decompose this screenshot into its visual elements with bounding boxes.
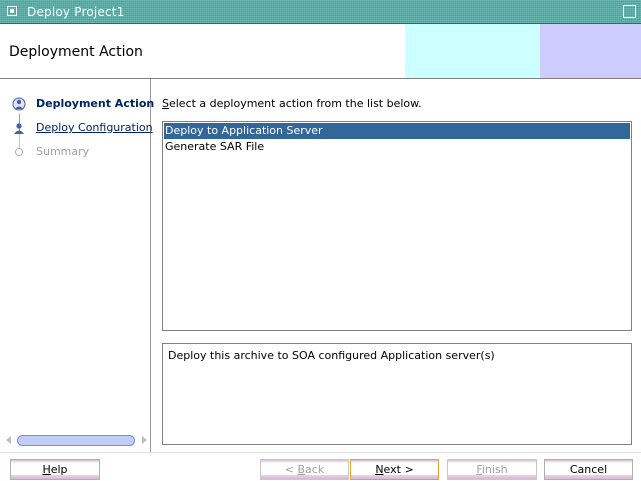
scroll-left-arrow-icon[interactable] [6,436,11,444]
list-item-deploy-to-application-server[interactable]: Deploy to Application Server [164,123,630,139]
wizard-steps-panel: Deployment Action Deploy Configuration S… [0,79,155,452]
steps-horizontal-scrollbar[interactable] [4,434,149,447]
close-icon[interactable] [623,5,636,18]
step-active-icon [12,97,26,111]
wizard-header: Deployment Action [0,24,641,78]
header-decoration-cyan [405,24,540,78]
help-button[interactable]: Help [10,459,100,480]
action-description-box: Deploy this archive to SOA configured Ap… [162,343,632,445]
back-prefix: < [284,463,298,476]
step-summary: Summary [0,142,151,162]
instruction-text: Select a deployment action from the list… [162,97,422,110]
footer-divider [0,452,641,453]
finish-button[interactable]: Finish [447,459,537,480]
cancel-button[interactable]: Cancel [544,459,633,480]
step-link[interactable]: Deploy Configuration [36,121,153,134]
next-label: ext > [383,463,414,476]
help-mnemonic: H [42,463,51,476]
back-label: ack [305,463,325,476]
header-decoration-lavender [540,24,641,78]
next-mnemonic: N [375,463,384,476]
instruction-mnemonic: S [162,97,169,110]
step-disabled-icon [15,148,23,156]
deployment-action-list[interactable]: Deploy to Application Server Generate SA… [162,121,632,331]
step-pending-icon [14,123,24,134]
cancel-label: Cancel [569,463,608,476]
scroll-right-arrow-icon[interactable] [142,436,147,444]
back-mnemonic: B [297,463,306,476]
step-label: Summary [36,145,90,158]
scrollbar-thumb[interactable] [17,435,135,446]
next-button[interactable]: Next > [350,459,439,480]
title-bar[interactable]: Deploy Project1 [0,0,641,24]
step-deployment-action[interactable]: Deployment Action [0,94,155,114]
action-description: Deploy this archive to SOA configured Ap… [168,349,495,362]
step-deploy-configuration[interactable]: Deploy Configuration [0,118,153,138]
instruction-rest: elect a deployment action from the list … [168,97,422,110]
window-title: Deploy Project1 [27,5,125,19]
page-title: Deployment Action [9,44,143,60]
back-button[interactable]: < Back [260,459,349,480]
window-icon[interactable] [7,6,17,16]
help-label: elp [50,463,68,476]
step-label: Deployment Action [36,97,155,110]
list-item-generate-sar-file[interactable]: Generate SAR File [164,139,630,155]
finish-label: inish [481,463,508,476]
